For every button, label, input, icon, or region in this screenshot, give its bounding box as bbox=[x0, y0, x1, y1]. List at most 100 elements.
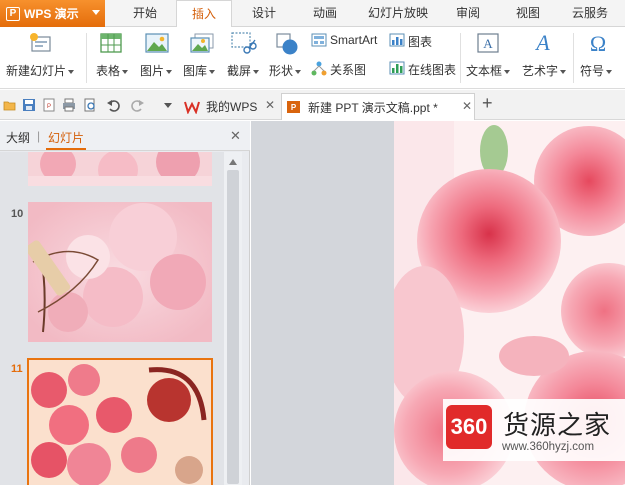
close-tab-icon[interactable]: ✕ bbox=[462, 99, 472, 113]
watermark-title: 货源之家 bbox=[503, 411, 612, 441]
tab-insert[interactable]: 插入 bbox=[176, 0, 232, 28]
chevron-down-icon bbox=[122, 69, 129, 74]
doc-tab-presentation[interactable]: P 新建 PPT 演示文稿.ppt * ✕ bbox=[281, 93, 475, 120]
tab-review[interactable]: 审阅 bbox=[444, 0, 492, 27]
close-tab-icon[interactable]: ✕ bbox=[265, 98, 275, 112]
doc-tab-label: 新建 PPT 演示文稿.ppt * bbox=[308, 100, 438, 115]
wps-icon bbox=[184, 101, 200, 114]
save-icon[interactable] bbox=[22, 98, 36, 112]
gallery-button[interactable]: 图库 bbox=[180, 27, 224, 89]
ppt-file-icon: P bbox=[287, 101, 300, 113]
picture-label: 图片 bbox=[140, 64, 165, 78]
site-watermark: 360 货源之家 www.360hyzj.com bbox=[443, 399, 625, 461]
symbol-button[interactable]: Ω 符号 bbox=[576, 27, 620, 89]
gallery-label: 图库 bbox=[183, 64, 208, 78]
chevron-down-icon bbox=[504, 69, 511, 74]
picture-button[interactable]: 图片 bbox=[136, 27, 178, 89]
shape-icon bbox=[276, 33, 298, 55]
picture-icon bbox=[145, 33, 169, 53]
symbol-label: 符号 bbox=[580, 64, 605, 78]
smartart-button[interactable]: SmartArt bbox=[311, 31, 385, 51]
tab-outline[interactable]: 大纲 bbox=[6, 129, 30, 146]
svg-text:P: P bbox=[47, 104, 51, 110]
export-pdf-icon[interactable]: P bbox=[42, 98, 56, 112]
smartart-icon bbox=[311, 33, 327, 47]
tab-design[interactable]: 设计 bbox=[240, 0, 288, 27]
chevron-down-icon bbox=[560, 69, 567, 74]
screenshot-scissors-icon bbox=[231, 32, 257, 54]
scrollbar-thumb[interactable] bbox=[227, 170, 239, 484]
watermark-url: www.360hyzj.com bbox=[502, 441, 595, 453]
slide-thumbnail[interactable] bbox=[28, 202, 212, 342]
smartart-label: SmartArt bbox=[330, 33, 378, 47]
textbox-icon: A bbox=[477, 33, 499, 53]
tab-cloud-service[interactable]: 云服务 bbox=[562, 0, 618, 27]
shape-label: 形状 bbox=[269, 64, 294, 78]
chevron-down-icon bbox=[295, 69, 302, 74]
add-tab-icon[interactable]: + bbox=[482, 93, 493, 114]
wordart-icon: A bbox=[534, 30, 550, 54]
svg-text:P: P bbox=[291, 103, 297, 112]
tab-view[interactable]: 视图 bbox=[504, 0, 552, 27]
screenshot-label: 截屏 bbox=[227, 64, 252, 78]
rose-basket-slide-image bbox=[28, 202, 212, 342]
slide-thumbnail-selected[interactable] bbox=[27, 358, 213, 485]
online-chart-icon bbox=[389, 61, 405, 75]
relation-chart-icon bbox=[311, 61, 327, 76]
tab-slideshow[interactable]: 幻灯片放映 bbox=[360, 0, 436, 27]
slide-number-selected: 11 bbox=[11, 363, 23, 375]
table-icon bbox=[100, 33, 122, 53]
doc-tab-my-wps[interactable]: 我的WPS ✕ bbox=[180, 93, 278, 120]
chevron-down-icon bbox=[209, 69, 216, 74]
thumbnail-scrollbar[interactable] bbox=[224, 152, 242, 485]
wordart-button[interactable]: A 艺术字 bbox=[518, 27, 570, 89]
undo-icon[interactable] bbox=[106, 98, 120, 112]
pane-header: 大纲 | 幻灯片 ✕ bbox=[0, 121, 250, 151]
online-chart-label: 在线图表 bbox=[408, 63, 457, 77]
ribbon-divider bbox=[573, 33, 574, 83]
ribbon-divider bbox=[86, 33, 87, 83]
gallery-icon bbox=[190, 33, 214, 53]
screenshot-button[interactable]: 截屏 bbox=[225, 27, 265, 89]
textbox-button[interactable]: A 文本框 bbox=[463, 27, 515, 89]
chart-label: 图表 bbox=[408, 35, 433, 49]
chevron-down-icon bbox=[606, 69, 613, 74]
print-preview-icon[interactable] bbox=[83, 98, 97, 112]
app-name: WPS 演示 bbox=[24, 7, 79, 21]
tab-home[interactable]: 开始 bbox=[120, 0, 170, 27]
quick-access-toolbar: P 我的WPS ✕ P 新建 PPT 演示文稿.ppt * ✕ + bbox=[0, 90, 625, 120]
tab-slides[interactable]: 幻灯片 bbox=[48, 129, 84, 146]
chevron-down-icon bbox=[253, 69, 260, 74]
new-slide-icon bbox=[30, 33, 51, 52]
slide-number: 10 bbox=[11, 208, 24, 220]
svg-text:A: A bbox=[534, 30, 550, 54]
chart-button[interactable]: 图表 bbox=[389, 31, 439, 51]
customize-toolbar-dropdown-icon[interactable] bbox=[161, 98, 175, 112]
chevron-down-icon bbox=[68, 69, 75, 74]
tab-divider: | bbox=[37, 129, 41, 143]
table-label: 表格 bbox=[96, 64, 121, 78]
tab-animation[interactable]: 动画 bbox=[301, 0, 349, 27]
new-slide-label: 新建幻灯片 bbox=[6, 64, 67, 78]
menu-bar: P WPS 演示 开始 插入 设计 动画 幻灯片放映 审阅 视图 云服务 bbox=[0, 0, 625, 28]
chevron-down-icon bbox=[166, 69, 173, 74]
online-chart-button[interactable]: 在线图表 bbox=[389, 59, 457, 79]
chevron-down-icon bbox=[92, 10, 100, 15]
shape-button[interactable]: 形状 bbox=[267, 27, 307, 89]
bar-chart-icon bbox=[389, 33, 405, 47]
close-pane-icon[interactable]: ✕ bbox=[230, 128, 241, 144]
new-slide-button[interactable]: 新建幻灯片 bbox=[2, 27, 80, 89]
app-menu-button[interactable]: P WPS 演示 bbox=[0, 0, 105, 27]
table-button[interactable]: 表格 bbox=[92, 27, 132, 89]
ribbon-insert: 新建幻灯片 表格 图片 图库 截屏 形状 SmartArt 关系图 图表 在线图… bbox=[0, 27, 625, 89]
scroll-up-arrow-icon[interactable] bbox=[228, 158, 238, 166]
wps-presentation-logo-icon: P bbox=[6, 6, 20, 21]
slide-thumbnail[interactable] bbox=[28, 152, 212, 186]
svg-text:Ω: Ω bbox=[590, 31, 606, 55]
open-folder-icon[interactable] bbox=[3, 98, 17, 112]
relation-chart-button[interactable]: 关系图 bbox=[311, 59, 373, 79]
redo-icon[interactable] bbox=[131, 98, 145, 112]
watermark-logo-badge: 360 bbox=[446, 405, 492, 449]
print-icon[interactable] bbox=[62, 98, 76, 112]
rose-bouquet-slide-image bbox=[29, 360, 211, 485]
